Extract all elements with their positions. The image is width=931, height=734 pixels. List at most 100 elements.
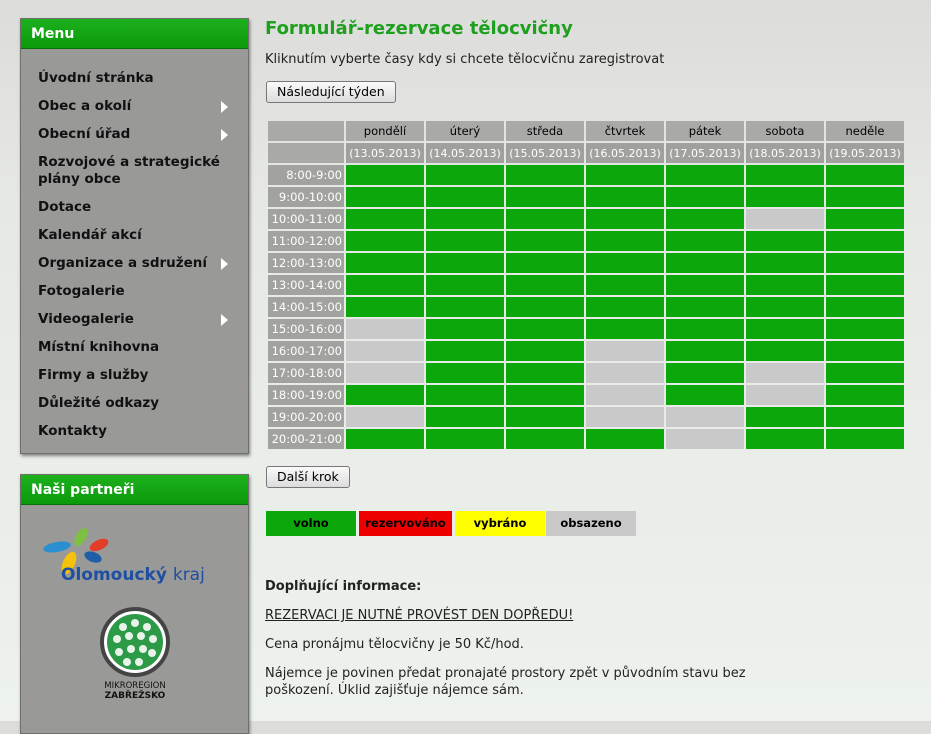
- slot-cell[interactable]: [826, 209, 904, 229]
- slot-cell[interactable]: [506, 297, 584, 317]
- menu-item-organizace[interactable]: Organizace a sdružení: [21, 250, 248, 278]
- menu-item-obecni-urad[interactable]: Obecní úřad: [21, 121, 248, 149]
- slot-cell[interactable]: [506, 363, 584, 383]
- slot-cell[interactable]: [506, 253, 584, 273]
- slot-cell[interactable]: [746, 253, 824, 273]
- slot-cell[interactable]: [826, 297, 904, 317]
- slot-cell[interactable]: [746, 319, 824, 339]
- slot-cell[interactable]: [346, 429, 424, 449]
- slot-cell[interactable]: [506, 407, 584, 427]
- time-label: 20:00-21:00: [268, 429, 344, 449]
- menu-item-firmy-a-sluzby[interactable]: Firmy a služby: [21, 362, 248, 390]
- slot-cell[interactable]: [666, 209, 744, 229]
- slot-cell[interactable]: [666, 165, 744, 185]
- slot-cell[interactable]: [426, 209, 504, 229]
- slot-cell[interactable]: [506, 429, 584, 449]
- slot-cell[interactable]: [346, 275, 424, 295]
- menu-item-fotogalerie[interactable]: Fotogalerie: [21, 278, 248, 306]
- slot-cell[interactable]: [746, 407, 824, 427]
- slot-cell[interactable]: [426, 407, 504, 427]
- menu-item-dotace[interactable]: Dotace: [21, 194, 248, 222]
- slot-cell[interactable]: [346, 209, 424, 229]
- slot-cell[interactable]: [826, 165, 904, 185]
- menu-item-uvodni-stranka[interactable]: Úvodní stránka: [21, 65, 248, 93]
- slot-cell[interactable]: [426, 319, 504, 339]
- slot-cell[interactable]: [346, 385, 424, 405]
- slot-cell[interactable]: [346, 253, 424, 273]
- time-label: 18:00-19:00: [268, 385, 344, 405]
- slot-cell[interactable]: [426, 253, 504, 273]
- slot-cell[interactable]: [346, 187, 424, 207]
- slot-cell[interactable]: [506, 341, 584, 361]
- slot-cell[interactable]: [426, 231, 504, 251]
- olomoucky-kraj-logo[interactable]: Olomoucký kraj: [39, 527, 239, 587]
- slot-cell[interactable]: [826, 231, 904, 251]
- menu-item-label: Videogalerie: [38, 311, 134, 327]
- slot-cell[interactable]: [426, 363, 504, 383]
- menu-item-dulezite-odkazy[interactable]: Důležité odkazy: [21, 390, 248, 418]
- next-step-button[interactable]: Další krok: [266, 466, 350, 488]
- slot-cell[interactable]: [746, 187, 824, 207]
- slot-cell[interactable]: [666, 187, 744, 207]
- slot-cell[interactable]: [746, 165, 824, 185]
- slot-cell[interactable]: [746, 341, 824, 361]
- slot-cell[interactable]: [426, 165, 504, 185]
- slot-cell[interactable]: [586, 209, 664, 229]
- slot-cell[interactable]: [506, 385, 584, 405]
- slot-cell[interactable]: [506, 209, 584, 229]
- slot-cell[interactable]: [346, 297, 424, 317]
- slot-cell[interactable]: [826, 275, 904, 295]
- slot-cell[interactable]: [826, 319, 904, 339]
- slot-cell[interactable]: [586, 297, 664, 317]
- slot-cell[interactable]: [586, 253, 664, 273]
- slot-cell[interactable]: [426, 297, 504, 317]
- menu-item-rozvojove-plany[interactable]: Rozvojové a strategické plány obce: [21, 149, 248, 194]
- slot-cell[interactable]: [506, 275, 584, 295]
- slot-cell[interactable]: [666, 275, 744, 295]
- slot-cell[interactable]: [586, 429, 664, 449]
- menu-item-kontakty[interactable]: Kontakty: [21, 418, 248, 446]
- next-week-button[interactable]: Následující týden: [266, 81, 396, 103]
- slot-cell[interactable]: [426, 275, 504, 295]
- menu-item-mistni-knihovna[interactable]: Místní knihovna: [21, 334, 248, 362]
- slot-cell[interactable]: [426, 385, 504, 405]
- slot-cell[interactable]: [746, 429, 824, 449]
- slot-cell[interactable]: [506, 319, 584, 339]
- sidebar-menu: Menu Úvodní stránka Obec a okolí Obecní …: [20, 18, 249, 454]
- menu-item-label: Místní knihovna: [38, 339, 160, 355]
- slot-cell[interactable]: [826, 253, 904, 273]
- slot-cell[interactable]: [586, 231, 664, 251]
- slot-cell[interactable]: [666, 231, 744, 251]
- slot-cell[interactable]: [506, 165, 584, 185]
- slot-cell[interactable]: [826, 429, 904, 449]
- slot-cell[interactable]: [826, 341, 904, 361]
- slot-cell[interactable]: [586, 319, 664, 339]
- slot-cell[interactable]: [826, 187, 904, 207]
- slot-cell[interactable]: [746, 275, 824, 295]
- menu-item-kalendar-akci[interactable]: Kalendář akcí: [21, 222, 248, 250]
- slot-cell[interactable]: [666, 341, 744, 361]
- slot-cell[interactable]: [426, 187, 504, 207]
- slot-cell[interactable]: [666, 319, 744, 339]
- slot-cell[interactable]: [586, 275, 664, 295]
- menu-item-videogalerie[interactable]: Videogalerie: [21, 306, 248, 334]
- slot-cell[interactable]: [666, 363, 744, 383]
- slot-cell[interactable]: [586, 165, 664, 185]
- slot-cell[interactable]: [666, 385, 744, 405]
- menu-item-obec-a-okoli[interactable]: Obec a okolí: [21, 93, 248, 121]
- slot-cell[interactable]: [666, 297, 744, 317]
- slot-cell[interactable]: [586, 187, 664, 207]
- slot-cell[interactable]: [506, 231, 584, 251]
- slot-cell[interactable]: [666, 253, 744, 273]
- slot-cell[interactable]: [746, 297, 824, 317]
- slot-cell[interactable]: [746, 231, 824, 251]
- slot-cell[interactable]: [346, 231, 424, 251]
- slot-cell[interactable]: [826, 385, 904, 405]
- mikroregion-zabrezsko-logo[interactable]: MIKROREGION ZABŘEŽSKO: [95, 605, 175, 705]
- slot-cell[interactable]: [826, 407, 904, 427]
- slot-cell[interactable]: [426, 429, 504, 449]
- slot-cell[interactable]: [426, 341, 504, 361]
- slot-cell[interactable]: [506, 187, 584, 207]
- slot-cell[interactable]: [346, 165, 424, 185]
- slot-cell[interactable]: [826, 363, 904, 383]
